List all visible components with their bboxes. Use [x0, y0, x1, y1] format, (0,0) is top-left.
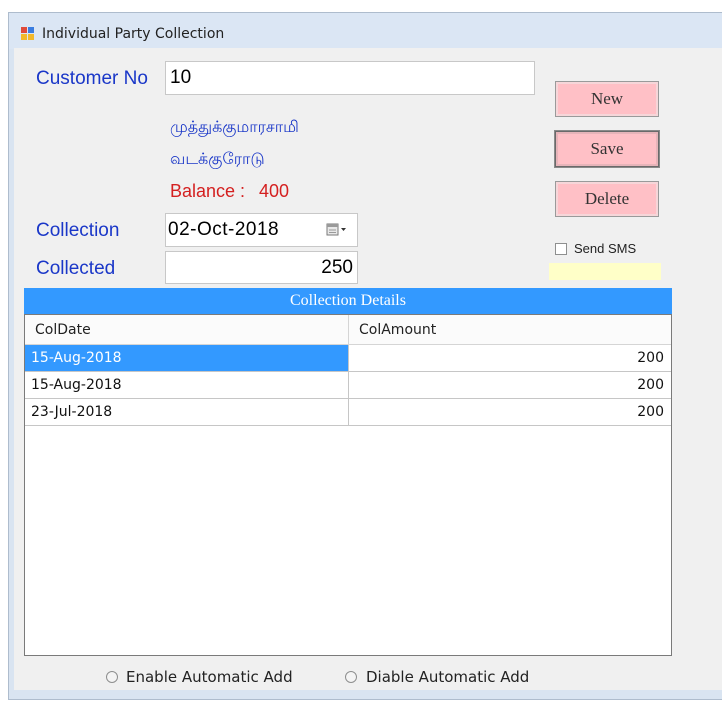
collected-amount-value: 250: [321, 257, 353, 278]
column-header-colamount[interactable]: ColAmount: [349, 315, 671, 345]
table-row[interactable]: 23-Jul-2018 200: [25, 399, 671, 426]
cell-colamount[interactable]: 200: [349, 372, 670, 398]
customer-address: வடக்குரோடு: [170, 149, 265, 168]
save-button[interactable]: Save: [555, 131, 659, 167]
status-strip: [549, 263, 661, 280]
collection-details-header: Collection Details: [24, 288, 672, 314]
table-row[interactable]: 15-Aug-2018 200: [25, 345, 671, 372]
balance-label: Balance :: [170, 181, 246, 201]
calendar-dropdown-icon[interactable]: [326, 222, 348, 238]
customer-no-value: 10: [170, 67, 192, 88]
cell-colamount[interactable]: 200: [349, 399, 670, 425]
customer-no-input[interactable]: 10: [165, 61, 535, 95]
customer-no-label: Customer No: [36, 68, 148, 89]
cell-coldate[interactable]: 15-Aug-2018: [25, 372, 349, 398]
disable-auto-add-radio[interactable]: [345, 671, 357, 683]
enable-auto-add-radio[interactable]: [106, 671, 118, 683]
balance-value: 400: [259, 181, 290, 201]
send-sms-label: Send SMS: [574, 241, 637, 256]
cell-colamount[interactable]: 200: [349, 345, 670, 371]
column-header-coldate[interactable]: ColDate: [25, 315, 349, 345]
table-row[interactable]: 15-Aug-2018 200: [25, 372, 671, 399]
collection-details-grid[interactable]: ColDate ColAmount 15-Aug-2018 200 15-Aug…: [24, 314, 672, 656]
collected-amount-input[interactable]: 250: [165, 251, 358, 284]
delete-button[interactable]: Delete: [555, 181, 659, 217]
send-sms-checkbox[interactable]: [555, 243, 567, 255]
title-bar: Individual Party Collection: [9, 13, 722, 49]
collection-label: Collection: [36, 220, 120, 241]
disable-auto-add-label: Diable Automatic Add: [366, 668, 530, 686]
cell-coldate[interactable]: 23-Jul-2018: [25, 399, 349, 425]
enable-auto-add-label: Enable Automatic Add: [126, 668, 293, 686]
app-icon: [21, 27, 34, 40]
customer-name: முத்துக்குமாரசாமி: [170, 117, 299, 136]
collected-label: Collected: [36, 258, 116, 279]
collection-date-picker[interactable]: 02-Oct-2018: [165, 213, 358, 247]
cell-coldate[interactable]: 15-Aug-2018: [25, 345, 349, 371]
collection-date-value: 02-Oct-2018: [168, 219, 280, 240]
window-title: Individual Party Collection: [42, 26, 225, 42]
new-button[interactable]: New: [555, 81, 659, 117]
